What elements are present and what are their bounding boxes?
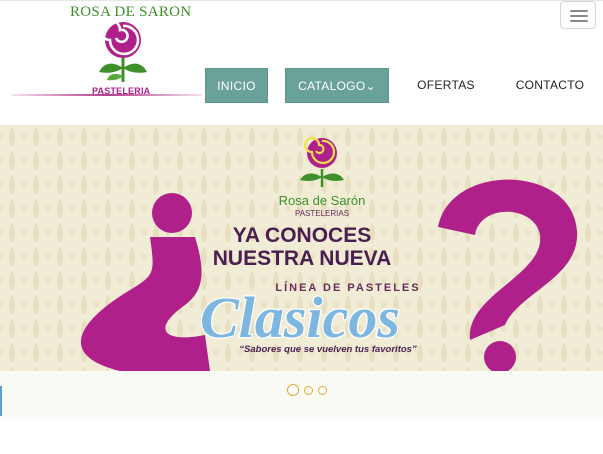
menu-toggle-button[interactable]: [560, 1, 596, 29]
nav-catalogo-label: CATALOGO: [298, 79, 366, 93]
chevron-down-icon: ⌄: [365, 79, 376, 93]
banner-tagline: “Sabores que se vuelven tus favoritos”: [239, 344, 417, 355]
banner-line1: YA CONOCES: [233, 224, 371, 247]
carousel-indicator[interactable]: [318, 386, 327, 395]
nav-contacto[interactable]: CONTACTO: [505, 68, 595, 103]
banner-brand-sub: PASTELERIAS: [295, 209, 349, 218]
hero-banner[interactable]: Rosa de Sarón PASTELERIAS YA CONOCES NUE…: [0, 125, 603, 371]
banner-brand: Rosa de Sarón: [279, 193, 366, 208]
focus-edge: [0, 386, 2, 416]
logo-title: ROSA DE SARON: [70, 4, 192, 20]
banner-line2: NUESTRA NUEVA: [213, 247, 392, 270]
site-logo[interactable]: ROSA DE SARON PASTELERIA: [60, 2, 210, 98]
carousel-indicator[interactable]: [287, 384, 299, 396]
rose-logo-icon: [98, 20, 147, 82]
nav-ofertas[interactable]: OFERTAS: [408, 68, 484, 103]
logo-divider: [12, 94, 202, 96]
nav-ofertas-label: OFERTAS: [417, 78, 475, 92]
carousel-indicator-band: [0, 371, 603, 417]
carousel-indicator[interactable]: [304, 386, 313, 395]
banner-artwork: Rosa de Sarón PASTELERIAS YA CONOCES NUE…: [0, 125, 603, 371]
nav-inicio-label: INICIO: [217, 79, 256, 93]
menu-icon-bar: [570, 10, 588, 12]
nav-inicio[interactable]: INICIO: [205, 68, 268, 103]
nav-catalogo[interactable]: CATALOGO⌄: [285, 68, 389, 103]
nav-contacto-label: CONTACTO: [515, 78, 585, 92]
top-border: [0, 0, 603, 1]
banner-headline: Clasicos: [200, 285, 400, 350]
menu-icon-bar: [570, 15, 588, 17]
menu-icon-bar: [570, 20, 588, 22]
